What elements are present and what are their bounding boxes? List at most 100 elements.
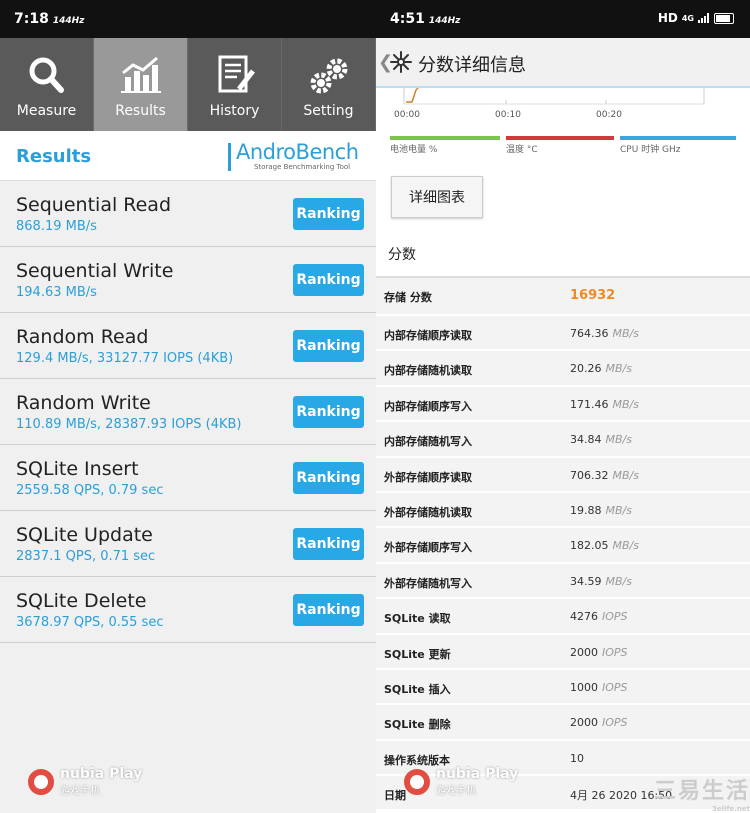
hd-indicator: HD: [657, 11, 678, 25]
battery-icon: [714, 12, 734, 24]
row-key: 外部存储随机写入: [384, 576, 472, 590]
table-row: 内部存储随机读取 20.26 MB/s: [376, 351, 750, 387]
status-time: 7:18 144Hz: [14, 11, 85, 27]
table-row: SQLite 删除 2000 IOPS: [376, 705, 750, 741]
tab-label: Setting: [303, 103, 354, 119]
tab-label: Results: [115, 103, 166, 119]
result-name: Random Write: [16, 392, 151, 414]
ranking-button[interactable]: Ranking: [293, 594, 364, 626]
score-section-title: 分数: [388, 247, 416, 263]
tab-label: Measure: [16, 103, 77, 119]
legend-label: 电池电量 %: [390, 145, 438, 155]
result-name: SQLite Update: [16, 524, 153, 546]
tab-results[interactable]: Results: [94, 38, 188, 131]
row-key: 外部存储顺序写入: [384, 541, 472, 555]
row-key: 外部存储顺序读取: [384, 470, 472, 484]
table-row: 外部存储顺序读取 706.32 MB/s: [376, 457, 750, 493]
ranking-button[interactable]: Ranking: [293, 330, 364, 362]
row-value: 2000 IOPS: [570, 716, 628, 730]
row-key: 日期: [384, 789, 406, 803]
chart-plot: [403, 87, 705, 105]
result-value: 2559.58 QPS, 0.79 sec: [16, 483, 164, 498]
tab-measure[interactable]: Measure: [0, 38, 94, 131]
chart-tick: 00:20: [596, 110, 622, 120]
androbench-logo: AndroBench Storage Benchmarking Tool: [228, 140, 360, 176]
result-name: SQLite Delete: [16, 590, 147, 612]
magnifier-icon: [29, 57, 64, 93]
result-name: Sequential Read: [16, 194, 172, 216]
row-value: 34.59 MB/s: [570, 574, 632, 588]
legend-swatch-battery: [390, 136, 500, 140]
row-key: SQLite 读取: [384, 612, 451, 626]
result-value: 3678.97 QPS, 0.55 sec: [16, 615, 164, 630]
row-key: SQLite 删除: [384, 718, 451, 732]
tab-label: History: [209, 103, 260, 119]
row-value: 2000 IOPS: [570, 645, 628, 659]
row-value: 34.84 MB/s: [570, 433, 632, 447]
chart-legend: 电池电量 % 温度 °C CPU 时钟 GHz: [376, 136, 750, 160]
legend-swatch-temp: [506, 136, 614, 140]
row-value: 19.88 MB/s: [570, 503, 632, 517]
row-value: 10: [570, 751, 584, 765]
row-value: 171.46 MB/s: [570, 397, 639, 411]
row-value: 1000 IOPS: [570, 680, 628, 694]
table-row: SQLite 插入 1000 IOPS: [376, 669, 750, 706]
nubia-logo-icon: [28, 768, 54, 795]
row-key: 内部存储顺序读取: [384, 329, 472, 342]
chart-tick: 00:00: [394, 110, 420, 120]
table-row: 内部存储顺序写入 171.46 MB/s: [376, 386, 750, 423]
row-value: 764.36 MB/s: [570, 327, 639, 340]
ranking-button[interactable]: Ranking: [293, 528, 364, 560]
table-row: 外部存储随机读取 19.88 MB/s: [376, 492, 750, 529]
ranking-button[interactable]: Ranking: [293, 462, 364, 494]
ranking-button[interactable]: Ranking: [293, 264, 364, 296]
row-value: 16932: [570, 288, 616, 303]
results-header: Results AndroBench Storage Benchmarking …: [0, 131, 376, 181]
table-row: 存储 分数 16932: [376, 278, 750, 316]
row-key: 内部存储随机读取: [384, 364, 472, 378]
result-name: Sequential Write: [16, 260, 174, 282]
result-name: Random Read: [16, 326, 149, 348]
androbench-pane: 7:18144Hz HD 4G Measure: [0, 0, 376, 813]
legend-label: 温度 °C: [506, 145, 538, 155]
table-row: SQLite 读取 4276 IOPS: [376, 599, 750, 635]
nubia-watermark: nubia Play 游戏手机: [404, 766, 518, 797]
result-value: 110.89 MB/s, 28387.93 IOPS (4KB): [16, 417, 242, 432]
row-key: 内部存储顺序写入: [384, 399, 472, 413]
row-value: 20.26 MB/s: [570, 362, 632, 376]
status-bar: 4:51 144Hz HD 4G: [376, 0, 750, 38]
score-detail-pane: 4:51 144Hz HD 4G ❮ 分数详细信息 00:00 00:10 00…: [376, 0, 750, 813]
result-name: SQLite Insert: [16, 458, 139, 480]
result-value: 868.19 MB/s: [16, 219, 97, 234]
result-row: SQLite Insert 2559.58 QPS, 0.79 sec Rank…: [0, 445, 376, 511]
detail-chart-button[interactable]: 详细图表: [391, 176, 483, 218]
gears-icon: [310, 58, 347, 94]
document-pencil-icon: [218, 55, 255, 93]
row-key: 外部存储随机读取: [384, 505, 472, 519]
tab-setting[interactable]: Setting: [282, 38, 376, 131]
nubia-watermark: nubia Play 游戏手机: [28, 766, 142, 797]
site-watermark: 三易生活 3elife.net: [653, 779, 750, 813]
table-row: SQLite 更新 2000 IOPS: [376, 634, 750, 670]
app-bar: ❮ 分数详细信息: [376, 38, 750, 88]
snowflake-icon: [390, 51, 412, 73]
row-key: SQLite 插入: [384, 682, 451, 696]
status-bar: 7:18144Hz HD 4G: [0, 0, 376, 38]
ranking-button[interactable]: Ranking: [293, 198, 364, 230]
result-row: SQLite Update 2837.1 QPS, 0.71 sec Ranki…: [0, 511, 376, 577]
result-row: Random Read 129.4 MB/s, 33127.77 IOPS (4…: [0, 313, 376, 379]
result-row: Sequential Write 194.63 MB/s Ranking: [0, 247, 376, 313]
nubia-logo-icon: [404, 768, 430, 795]
status-time: 4:51 144Hz: [390, 11, 461, 27]
chart-line: [406, 87, 419, 103]
table-row: 内部存储顺序读取 764.36 MB/s: [376, 316, 750, 352]
screenshot-root: 7:18144Hz HD 4G Measure: [0, 0, 750, 813]
ranking-button[interactable]: Ranking: [293, 396, 364, 428]
network-indicator: 4G: [681, 13, 694, 23]
results-list: Sequential Read 868.19 MB/s Ranking Sequ…: [0, 181, 376, 643]
result-row: Sequential Read 868.19 MB/s Ranking: [0, 181, 376, 247]
legend-swatch-cpu: [620, 136, 736, 140]
row-key: 存储 分数: [384, 291, 432, 304]
tab-history[interactable]: History: [188, 38, 282, 131]
result-value: 2837.1 QPS, 0.71 sec: [16, 549, 156, 564]
